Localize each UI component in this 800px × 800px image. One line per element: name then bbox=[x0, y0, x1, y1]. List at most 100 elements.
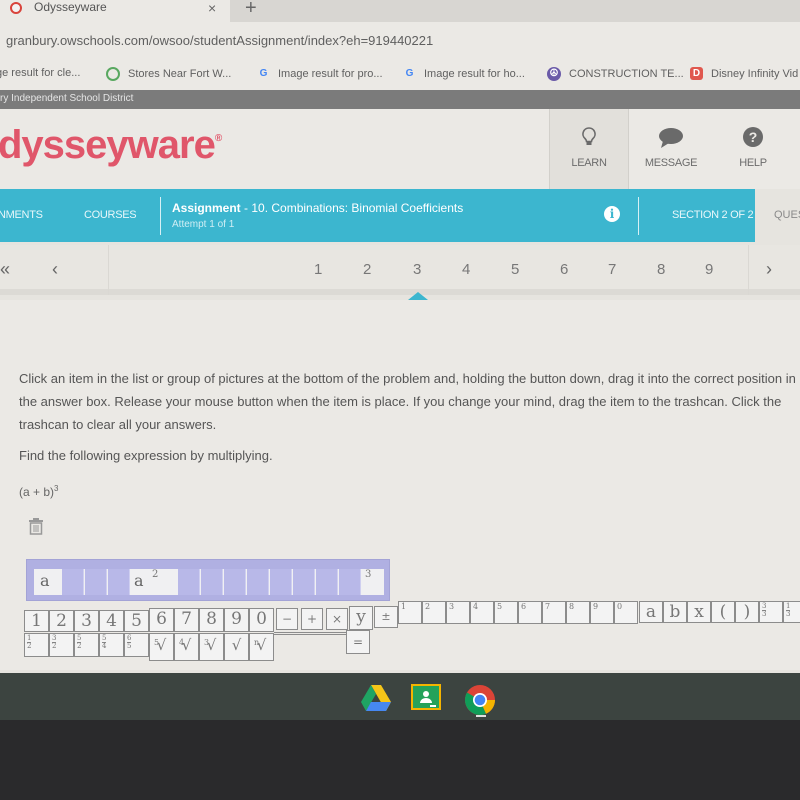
page-6[interactable]: 6 bbox=[560, 261, 568, 278]
answer-slot[interactable] bbox=[224, 569, 246, 595]
tile-digit[interactable]: 7 bbox=[174, 608, 199, 632]
tile-fraction[interactable]: 33 bbox=[759, 601, 783, 623]
tile-digit[interactable]: 5 bbox=[124, 610, 149, 632]
tile-var-x[interactable]: x bbox=[687, 601, 711, 623]
tile-fraction[interactable]: 32 bbox=[49, 633, 74, 657]
page-2[interactable]: 2 bbox=[363, 261, 371, 278]
answer-slot[interactable] bbox=[108, 569, 130, 595]
info-icon[interactable]: i bbox=[604, 206, 620, 222]
tile-fifth-root[interactable]: 5 √ bbox=[149, 633, 174, 661]
page-9[interactable]: 9 bbox=[705, 261, 713, 278]
page-7[interactable]: 7 bbox=[608, 261, 616, 278]
bookmark-item[interactable]: G Image result for ho... bbox=[403, 67, 525, 80]
tile-close-paren[interactable]: ) bbox=[735, 601, 759, 623]
tile-digit[interactable]: 6 bbox=[149, 608, 174, 632]
bookmark-item[interactable]: D Disney Infinity Vid bbox=[690, 67, 798, 80]
chrome-icon[interactable] bbox=[464, 684, 496, 715]
trashcan-icon[interactable] bbox=[28, 518, 44, 540]
answer-slot[interactable] bbox=[316, 569, 338, 595]
answer-exponent[interactable]: 3 bbox=[365, 569, 371, 580]
odysseyware-logo[interactable]: dysseyware® bbox=[0, 123, 222, 168]
answer-slot[interactable] bbox=[293, 569, 315, 595]
tile-small-digit[interactable]: 8 bbox=[566, 601, 590, 624]
first-page-button[interactable]: « bbox=[0, 259, 10, 280]
tile-digit[interactable]: 4 bbox=[99, 610, 124, 632]
bookmark-item[interactable]: Stores Near Fort W... bbox=[106, 67, 231, 81]
google-drive-icon[interactable] bbox=[360, 684, 392, 714]
tile-digit[interactable]: 1 bbox=[24, 610, 49, 632]
tile-small-digit[interactable]: 0 bbox=[614, 601, 638, 624]
nav-courses[interactable]: COURSES bbox=[84, 209, 137, 221]
tile-nth-root[interactable]: n √ bbox=[249, 633, 274, 661]
prev-page-button[interactable]: ‹ bbox=[52, 259, 58, 280]
tile-minus[interactable]: − bbox=[276, 608, 298, 630]
tile-digit[interactable]: 0 bbox=[249, 608, 274, 632]
tile-small-digit[interactable]: 5 bbox=[494, 601, 518, 624]
tile-var-b[interactable]: b bbox=[663, 601, 687, 623]
page-1[interactable]: 1 bbox=[314, 261, 322, 278]
tile-digit[interactable]: 8 bbox=[199, 608, 224, 632]
tile-small-digit[interactable]: 3 bbox=[446, 601, 470, 624]
tile-fraction[interactable]: 54 bbox=[99, 633, 124, 657]
tile-var-a[interactable]: a bbox=[639, 601, 663, 623]
bookmark-item[interactable]: ge result for cle... bbox=[0, 67, 80, 79]
page-5[interactable]: 5 bbox=[511, 261, 519, 278]
message-button[interactable]: MESSAGE bbox=[630, 109, 712, 189]
answer-slot[interactable] bbox=[270, 569, 292, 595]
tile-digit[interactable]: 3 bbox=[74, 610, 99, 632]
tile-small-digit[interactable]: 7 bbox=[542, 601, 566, 624]
bookmark-label: Disney Infinity Vid bbox=[711, 67, 799, 80]
nav-questions[interactable]: QUES bbox=[774, 209, 800, 221]
tile-open-paren[interactable]: ( bbox=[711, 601, 735, 623]
tile-small-digit[interactable]: 6 bbox=[518, 601, 542, 624]
address-bar[interactable]: granbury.owschools.com/owsoo/studentAssi… bbox=[0, 22, 800, 60]
answer-term[interactable]: a bbox=[134, 571, 144, 590]
section-indicator[interactable]: SECTION 2 OF 2 bbox=[672, 209, 754, 221]
tile-plus[interactable]: + bbox=[301, 608, 323, 630]
answer-slot[interactable] bbox=[178, 569, 200, 595]
attempt-text: Attempt 1 of 1 bbox=[172, 219, 235, 230]
bookmark-item[interactable]: G Image result for pro... bbox=[257, 67, 383, 80]
tile-small-digit[interactable]: 9 bbox=[590, 601, 614, 624]
tile-digit[interactable]: 9 bbox=[224, 608, 249, 632]
nav-assignments[interactable]: NMENTS bbox=[0, 209, 43, 221]
url-text[interactable]: granbury.owschools.com/owsoo/studentAssi… bbox=[6, 33, 433, 48]
page-4[interactable]: 4 bbox=[462, 261, 470, 278]
tile-fraction[interactable]: 65 bbox=[124, 633, 149, 657]
tile-digit[interactable]: 2 bbox=[49, 610, 74, 632]
tile-small-digit[interactable]: 4 bbox=[470, 601, 494, 624]
bookmark-item[interactable]: ☮ CONSTRUCTION TE... bbox=[547, 67, 684, 81]
answer-slot[interactable] bbox=[85, 569, 107, 595]
next-page-button[interactable]: › bbox=[766, 259, 772, 280]
page-8[interactable]: 8 bbox=[657, 261, 665, 278]
help-button[interactable]: ? HELP bbox=[712, 109, 794, 189]
tab-close-icon[interactable]: × bbox=[208, 0, 216, 16]
tile-square-root[interactable]: √ bbox=[224, 633, 249, 661]
learn-button[interactable]: LEARN bbox=[549, 109, 629, 189]
answer-slot[interactable] bbox=[339, 569, 361, 595]
tile-fraction[interactable]: 13 bbox=[783, 601, 800, 623]
tile-fraction[interactable]: 52 bbox=[74, 633, 99, 657]
browser-tab[interactable]: Odysseyware × bbox=[0, 0, 230, 22]
tile-fraction-bar[interactable] bbox=[274, 632, 348, 635]
answer-term[interactable]: a bbox=[40, 571, 50, 590]
answer-box[interactable]: a a 2 3 bbox=[26, 559, 390, 601]
tile-small-digit[interactable]: 1 bbox=[398, 601, 422, 624]
answer-slot[interactable] bbox=[247, 569, 269, 595]
tile-fraction[interactable]: 12 bbox=[24, 633, 49, 657]
tile-fourth-root[interactable]: 4 √ bbox=[174, 633, 199, 661]
tile-plus-minus[interactable]: ± bbox=[374, 606, 398, 628]
tile-small-digit[interactable]: 2 bbox=[422, 601, 446, 624]
tile-y[interactable]: y bbox=[349, 606, 373, 630]
page-3[interactable]: 3 bbox=[413, 261, 421, 278]
answer-exponent[interactable]: 2 bbox=[152, 569, 158, 580]
google-classroom-icon[interactable] bbox=[411, 684, 443, 714]
tile-equals[interactable]: = bbox=[346, 630, 370, 654]
tile-cube-root[interactable]: 3 √ bbox=[199, 633, 224, 661]
expression: (a + b)3 bbox=[19, 484, 58, 499]
answer-slot[interactable] bbox=[201, 569, 223, 595]
tile-times[interactable]: × bbox=[326, 608, 348, 630]
fraction: 65 bbox=[127, 635, 132, 650]
new-tab-button[interactable]: + bbox=[245, 0, 257, 20]
answer-slot[interactable] bbox=[62, 569, 84, 595]
